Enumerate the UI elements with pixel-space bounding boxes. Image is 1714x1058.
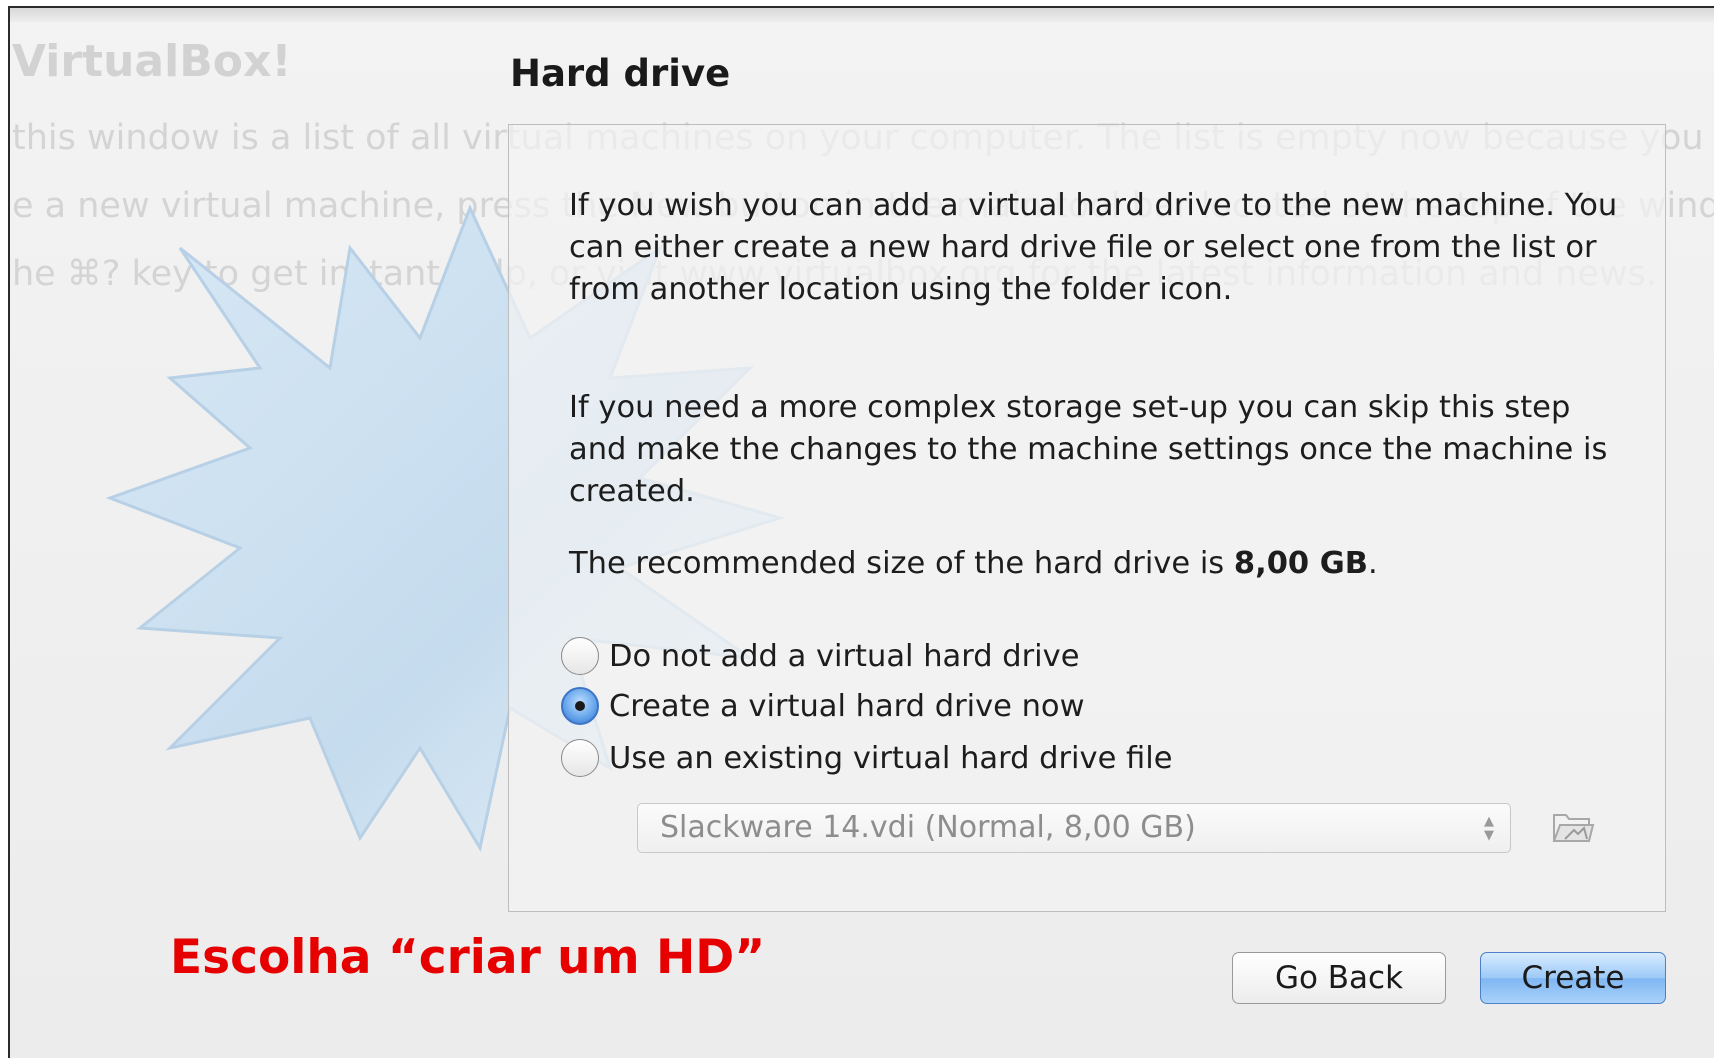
updown-arrows-icon: ▲ ▼ (1484, 814, 1494, 843)
annotation-note: Escolha “criar um HD” (170, 930, 766, 985)
existing-file-select[interactable]: Slackware 14.vdi (Normal, 8,00 GB) ▲ ▼ (637, 803, 1511, 853)
radio-button[interactable] (561, 637, 599, 675)
option-label: Create a virtual hard drive now (609, 688, 1085, 724)
description-paragraph: If you need a more complex storage set-u… (569, 390, 1608, 509)
description-paragraph: If you wish you can add a virtual hard d… (569, 188, 1618, 307)
create-button[interactable]: Create (1480, 952, 1666, 1004)
recommended-size-text: The recommended size of the hard drive i… (569, 543, 1629, 585)
option-label: Use an existing virtual hard drive file (609, 740, 1173, 776)
option-no-hard-drive[interactable]: Do not add a virtual hard drive (561, 633, 1079, 679)
recommended-size-prefix: The recommended size of the hard drive i… (569, 546, 1234, 581)
hard-drive-panel: If you wish you can add a virtual hard d… (508, 124, 1666, 912)
radio-button-selected[interactable] (561, 687, 599, 725)
recommended-size-value: 8,00 GB (1233, 546, 1369, 581)
option-use-existing-file[interactable]: Use an existing virtual hard drive file (561, 735, 1172, 781)
recommended-size-suffix: . (1368, 546, 1378, 581)
window-top-edge (10, 8, 1714, 22)
existing-file-select-value: Slackware 14.vdi (Normal, 8,00 GB) (660, 810, 1196, 845)
background-welcome-title: VirtualBox! (12, 36, 292, 87)
option-label: Do not add a virtual hard drive (609, 638, 1080, 674)
radio-dot-icon (575, 701, 585, 711)
virtualbox-window: VirtualBox! this window is a list of all… (8, 6, 1714, 1058)
option-create-hard-drive[interactable]: Create a virtual hard drive now (561, 683, 1085, 729)
radio-button[interactable] (561, 739, 599, 777)
go-back-button[interactable]: Go Back (1232, 952, 1446, 1004)
folder-browse-icon[interactable] (1549, 805, 1595, 849)
page-title: Hard drive (510, 52, 731, 95)
